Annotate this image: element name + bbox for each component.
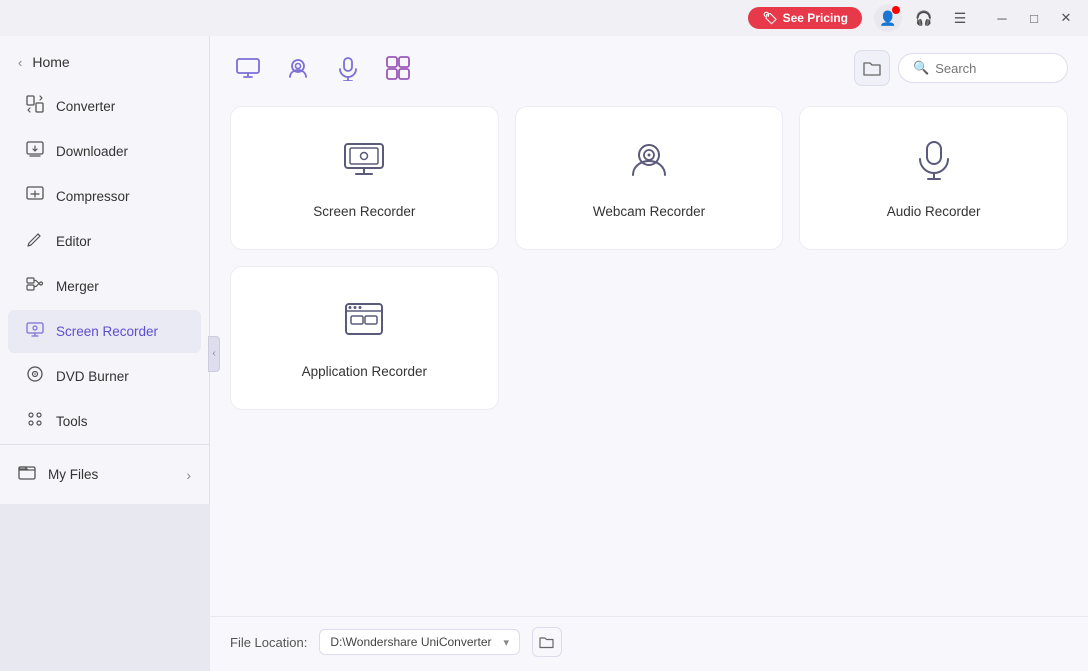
sidebar-item-tools[interactable]: Tools [8, 400, 201, 443]
see-pricing-button[interactable]: 🏷 See Pricing [748, 7, 862, 29]
content-footer: File Location: D:\Wondershare UniConvert… [210, 616, 1088, 671]
converter-icon [26, 95, 44, 118]
toolbar-folder-button[interactable] [854, 50, 890, 86]
search-input[interactable] [935, 61, 1055, 76]
application-recorder-card[interactable]: Application Recorder [230, 266, 499, 410]
toolbar: 🔍 [210, 36, 1088, 96]
dvd-burner-label: DVD Burner [56, 369, 129, 384]
minimize-button[interactable]: ─ [988, 4, 1016, 32]
my-files-icon [18, 463, 36, 486]
app-body: ‹ Home Converter [0, 36, 1088, 671]
toolbar-right: 🔍 [854, 50, 1068, 86]
menu-icon[interactable]: ☰ [946, 4, 974, 32]
application-recorder-card-label: Application Recorder [302, 364, 427, 379]
merger-icon [26, 275, 44, 298]
compressor-label: Compressor [56, 189, 130, 204]
file-location-label: File Location: [230, 635, 307, 650]
editor-icon [26, 230, 44, 253]
toolbar-tab-webcam[interactable] [280, 50, 316, 86]
my-files-chevron: › [186, 467, 191, 483]
screen-recorder-card[interactable]: Screen Recorder [230, 106, 499, 250]
tag-icon: 🏷 [762, 11, 777, 25]
my-files-left: My Files [18, 463, 98, 486]
toolbar-tab-screen[interactable] [230, 50, 266, 86]
downloader-label: Downloader [56, 144, 128, 159]
avatar-icon[interactable]: 👤 [874, 4, 902, 32]
sidebar-item-downloader[interactable]: Downloader [8, 130, 201, 173]
see-pricing-label: See Pricing [783, 11, 848, 25]
notification-badge [892, 6, 900, 14]
title-bar-icons: 👤 🎧 ☰ [874, 4, 974, 32]
folder-open-button[interactable] [532, 627, 562, 657]
screen-recorder-icon [26, 320, 44, 343]
webcam-recorder-card-label: Webcam Recorder [593, 204, 705, 219]
close-button[interactable]: ✕ [1052, 4, 1080, 32]
chevron-down-icon: ▾ [504, 636, 510, 649]
maximize-button[interactable]: □ [1020, 4, 1048, 32]
window-controls: ─ □ ✕ [988, 4, 1080, 32]
main-content: 🔍 Screen Rec [210, 36, 1088, 671]
toolbar-tabs [230, 50, 416, 86]
my-files-label: My Files [48, 467, 98, 482]
sidebar-collapse-button[interactable]: ‹ [208, 336, 220, 372]
tools-label: Tools [56, 414, 88, 429]
cards-area: Screen Recorder Webcam Recorder [210, 96, 1088, 616]
sidebar-item-screen-recorder[interactable]: Screen Recorder [8, 310, 201, 353]
webcam-recorder-card[interactable]: Webcam Recorder [515, 106, 784, 250]
sidebar: ‹ Home Converter [0, 36, 210, 504]
file-location-path: D:\Wondershare UniConverter [330, 635, 491, 649]
audio-recorder-card-label: Audio Recorder [887, 204, 981, 219]
support-icon[interactable]: 🎧 [910, 4, 938, 32]
audio-recorder-card[interactable]: Audio Recorder [799, 106, 1068, 250]
sidebar-item-compressor[interactable]: Compressor [8, 175, 201, 218]
screen-recorder-label: Screen Recorder [56, 324, 158, 339]
screen-recorder-card-icon [342, 137, 386, 190]
dvd-burner-icon [26, 365, 44, 388]
sidebar-home[interactable]: ‹ Home [0, 44, 209, 80]
sidebar-my-files[interactable]: My Files › [0, 453, 209, 496]
screen-recorder-card-label: Screen Recorder [313, 204, 415, 219]
merger-label: Merger [56, 279, 99, 294]
home-label: Home [32, 54, 69, 70]
audio-recorder-card-icon [912, 137, 956, 190]
chevron-left-icon: ‹ [18, 55, 22, 70]
cards-row2: Application Recorder [230, 266, 1068, 410]
cards-row1: Screen Recorder Webcam Recorder [230, 106, 1068, 250]
file-location-select[interactable]: D:\Wondershare UniConverter ▾ [319, 629, 520, 655]
sidebar-item-merger[interactable]: Merger [8, 265, 201, 308]
toolbar-tab-audio[interactable] [330, 50, 366, 86]
downloader-icon [26, 140, 44, 163]
converter-label: Converter [56, 99, 115, 114]
sidebar-item-dvd-burner[interactable]: DVD Burner [8, 355, 201, 398]
search-icon: 🔍 [913, 60, 929, 76]
webcam-recorder-card-icon [627, 137, 671, 190]
compressor-icon [26, 185, 44, 208]
sidebar-item-converter[interactable]: Converter [8, 85, 201, 128]
editor-label: Editor [56, 234, 91, 249]
sidebar-item-editor[interactable]: Editor [8, 220, 201, 263]
sidebar-bottom: My Files › [0, 444, 209, 496]
application-recorder-card-icon [342, 297, 386, 350]
title-bar: 🏷 See Pricing 👤 🎧 ☰ ─ □ ✕ [0, 0, 1088, 36]
tools-icon [26, 410, 44, 433]
search-box: 🔍 [898, 53, 1068, 83]
toolbar-tab-more[interactable] [380, 50, 416, 86]
